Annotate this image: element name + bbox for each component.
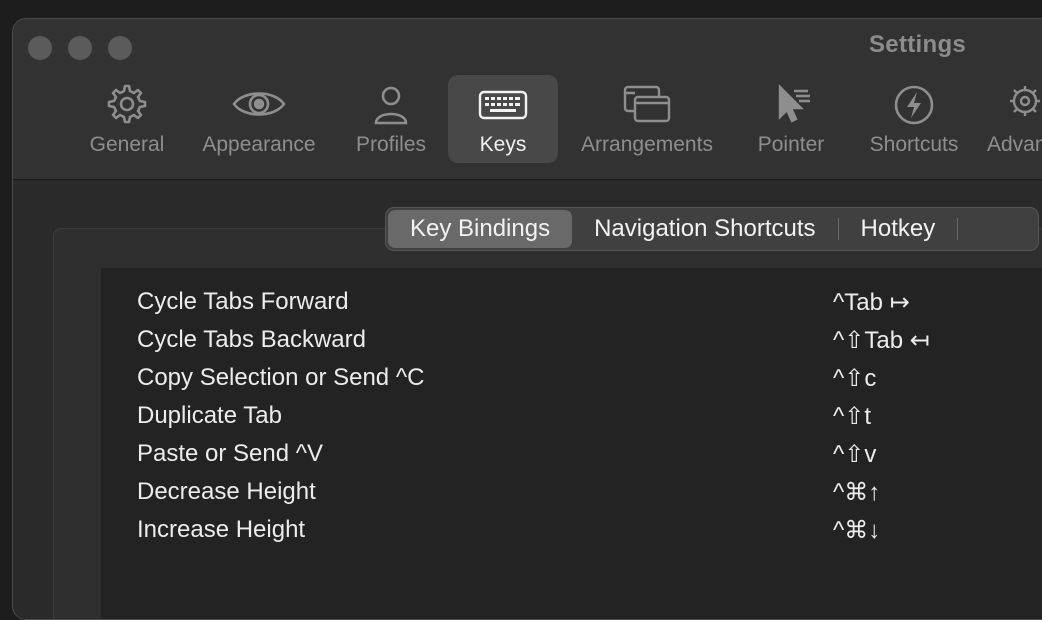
table-row[interactable]: Copy Selection or Send ^C ^⇧c: [101, 361, 1042, 399]
gear-icon: [104, 81, 150, 127]
binding-shortcut: ^⌘↑: [833, 479, 881, 506]
toolbar-item-arrangements[interactable]: Arrangements: [571, 75, 723, 163]
keyboard-icon: [476, 81, 530, 127]
binding-shortcut: ^⇧v: [833, 441, 877, 468]
toolbar-item-advanced[interactable]: Advanced: [987, 75, 1042, 163]
tab-key-bindings[interactable]: Key Bindings: [388, 210, 573, 248]
table-row[interactable]: Paste or Send ^V ^⇧v: [101, 437, 1042, 475]
settings-window: Settings General Appearance Profiles Key…: [12, 18, 1042, 620]
toolbar-item-general[interactable]: General: [85, 75, 169, 163]
toolbar-item-shortcuts[interactable]: Shortcuts: [859, 75, 969, 163]
pointer-icon: [768, 81, 814, 127]
bolt-icon: [891, 81, 937, 127]
minimize-window-button[interactable]: [68, 36, 92, 60]
tab-overflow[interactable]: [958, 210, 1038, 248]
zoom-window-button[interactable]: [108, 36, 132, 60]
toolbar-label-general: General: [89, 133, 165, 156]
person-icon: [368, 81, 414, 127]
tab-navigation-shortcuts[interactable]: Navigation Shortcuts: [572, 210, 837, 248]
table-row[interactable]: Decrease Height ^⌘↑: [101, 475, 1042, 513]
binding-action: Decrease Height: [137, 478, 316, 505]
binding-action: Increase Height: [137, 516, 306, 543]
binding-action: Duplicate Tab: [137, 402, 282, 429]
toolbar-label-keys: Keys: [479, 133, 527, 156]
close-window-button[interactable]: [28, 36, 52, 60]
title-bar: Settings General Appearance Profiles Key…: [13, 19, 1042, 180]
binding-action: Cycle Tabs Backward: [137, 326, 366, 353]
table-row[interactable]: Duplicate Tab ^⇧t: [101, 399, 1042, 437]
toolbar-item-appearance[interactable]: Appearance: [195, 75, 323, 163]
toolbar-item-profiles[interactable]: Profiles: [349, 75, 433, 163]
tab-hotkey[interactable]: Hotkey: [839, 210, 958, 248]
binding-shortcut: ^Tab ↦: [833, 289, 910, 316]
binding-shortcut: ^⌘↓: [833, 517, 881, 544]
binding-shortcut: ^⇧c: [833, 365, 877, 392]
table-row[interactable]: Increase Height ^⌘↓: [101, 513, 1042, 551]
toolbar-label-appearance: Appearance: [202, 133, 316, 156]
windows-icon: [621, 81, 673, 127]
toolbar-label-advanced: Advanced: [987, 133, 1042, 156]
table-row[interactable]: Cycle Tabs Forward ^Tab ↦: [101, 285, 1042, 323]
gears-icon: [1005, 81, 1042, 127]
toolbar-label-arrangements: Arrangements: [581, 133, 713, 156]
binding-shortcut: ^⇧Tab ↤: [833, 327, 930, 354]
table-row[interactable]: Cycle Tabs Backward ^⇧Tab ↤: [101, 323, 1042, 361]
toolbar-label-shortcuts: Shortcuts: [869, 133, 959, 156]
tab-bar: Key Bindings Navigation Shortcuts Hotkey: [385, 207, 1040, 251]
window-title: Settings: [869, 31, 967, 58]
toolbar-label-profiles: Profiles: [355, 133, 427, 156]
key-bindings-table[interactable]: Cycle Tabs Forward ^Tab ↦ Cycle Tabs Bac…: [101, 268, 1042, 619]
settings-content: Key Bindings Navigation Shortcuts Hotkey…: [13, 180, 1042, 619]
toolbar-label-pointer: Pointer: [757, 133, 825, 156]
toolbar-item-pointer[interactable]: Pointer: [751, 75, 831, 163]
eye-icon: [230, 81, 288, 127]
binding-shortcut: ^⇧t: [833, 403, 872, 430]
binding-action: Cycle Tabs Forward: [137, 288, 349, 315]
binding-action: Paste or Send ^V: [137, 440, 324, 467]
binding-action: Copy Selection or Send ^C: [137, 364, 425, 391]
toolbar-item-keys[interactable]: Keys: [448, 75, 558, 163]
